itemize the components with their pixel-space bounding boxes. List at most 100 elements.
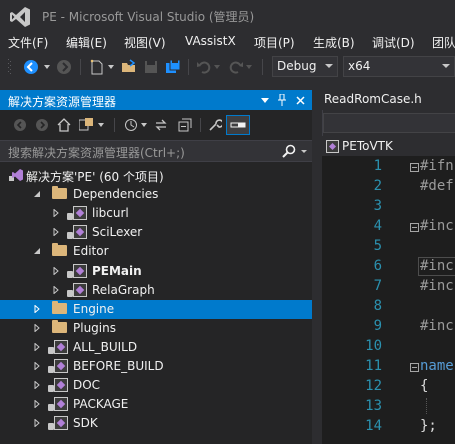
collapsed-chevron-icon[interactable] bbox=[33, 400, 41, 409]
forward-icon[interactable] bbox=[34, 117, 50, 133]
tree-item-project[interactable]: SDK bbox=[0, 414, 312, 433]
tree-item-folder[interactable]: Engine bbox=[0, 299, 312, 319]
collapsed-chevron-icon[interactable] bbox=[33, 419, 41, 428]
menu-build[interactable]: 生成(B) bbox=[313, 34, 355, 51]
code-line[interactable]: #inc bbox=[420, 218, 454, 234]
tree-item-solution[interactable]: 解决方案'PE' (60 个项目) bbox=[0, 166, 312, 185]
line-number: 8 bbox=[373, 298, 382, 314]
tree-item-project[interactable]: PEMain bbox=[0, 262, 312, 281]
tree-item-label: Plugins bbox=[73, 320, 116, 335]
undo-dropdown-icon[interactable] bbox=[212, 57, 222, 77]
menu-view[interactable]: 视图(V) bbox=[124, 34, 166, 51]
preview-selected-items-icon[interactable] bbox=[226, 115, 250, 135]
menu-debug[interactable]: 调试(D) bbox=[372, 34, 415, 51]
undo-icon[interactable] bbox=[194, 57, 214, 77]
menu-team[interactable]: 团队 bbox=[432, 34, 455, 51]
back-icon[interactable] bbox=[20, 57, 42, 77]
menu-file[interactable]: 文件(F) bbox=[8, 34, 48, 51]
search-icon[interactable] bbox=[282, 144, 296, 158]
panel-menu-icon[interactable] bbox=[258, 92, 272, 108]
search-input[interactable]: 搜索解决方案资源管理器(Ctrl+;) bbox=[8, 144, 185, 161]
redo-dropdown-icon[interactable] bbox=[244, 57, 254, 77]
code-line[interactable]: #inc bbox=[420, 278, 454, 294]
tree-item-label: Engine bbox=[73, 301, 115, 316]
save-all-icon[interactable] bbox=[162, 57, 184, 77]
project-icon bbox=[326, 140, 339, 153]
tree-item-folder[interactable]: Editor bbox=[0, 242, 312, 261]
project-name[interactable]: PEToVTK bbox=[342, 139, 393, 153]
code-line[interactable]: #ifn bbox=[420, 158, 454, 174]
code-line[interactable]: #inc bbox=[420, 318, 454, 334]
search-options-dropdown-icon[interactable] bbox=[301, 150, 307, 153]
pending-changes-filter-icon[interactable] bbox=[122, 117, 140, 133]
collapsed-chevron-icon[interactable] bbox=[52, 285, 60, 294]
switch-views-dropdown-icon[interactable] bbox=[97, 117, 105, 133]
toolbar-separator bbox=[188, 59, 189, 75]
redo-icon[interactable] bbox=[226, 57, 246, 77]
tree-item-label: SciLexer bbox=[92, 225, 143, 240]
tree-item-project[interactable]: PACKAGE bbox=[0, 395, 312, 414]
sync-with-document-icon[interactable] bbox=[152, 117, 170, 133]
forward-icon[interactable] bbox=[54, 57, 74, 77]
navigation-dropdown[interactable] bbox=[323, 113, 455, 133]
collapsed-chevron-icon[interactable] bbox=[33, 342, 41, 351]
tree-item-folder[interactable]: Plugins bbox=[0, 319, 312, 338]
tab-readromcase[interactable]: ReadRomCase.h bbox=[324, 92, 422, 106]
configuration-dropdown[interactable]: Debug bbox=[272, 56, 338, 77]
collapsed-chevron-icon[interactable] bbox=[52, 228, 60, 237]
back-icon[interactable] bbox=[12, 117, 28, 133]
tree-item-label: Dependencies bbox=[73, 187, 159, 202]
line-number: 9 bbox=[373, 318, 382, 334]
open-folder-icon[interactable] bbox=[118, 57, 140, 77]
save-icon[interactable] bbox=[140, 57, 162, 77]
tree-item-project[interactable]: DOC bbox=[0, 376, 312, 395]
configuration-value: Debug bbox=[277, 59, 317, 73]
home-icon[interactable] bbox=[56, 117, 72, 133]
collapsed-chevron-icon[interactable] bbox=[33, 362, 41, 370]
line-number: 7 bbox=[373, 278, 382, 294]
code-line[interactable]: }; bbox=[420, 418, 437, 434]
collapsed-chevron-icon[interactable] bbox=[33, 323, 41, 332]
code-line[interactable]: { bbox=[420, 378, 428, 394]
close-icon[interactable] bbox=[293, 92, 307, 108]
project-box-icon bbox=[54, 359, 68, 373]
project-navigation-bar: PEToVTK bbox=[322, 136, 455, 156]
code-line[interactable]: #def bbox=[420, 178, 454, 194]
collapsed-chevron-icon[interactable] bbox=[33, 304, 41, 313]
tree-item-project[interactable]: SciLexer bbox=[0, 223, 312, 242]
chevron-down-icon bbox=[442, 64, 450, 68]
toolbar-separator bbox=[198, 117, 202, 133]
expanded-chevron-icon[interactable] bbox=[33, 247, 41, 255]
expanded-chevron-icon[interactable] bbox=[33, 190, 41, 198]
code-editor[interactable]: 1 #ifn 2 #def 3 4 #inc 5 6 #inc 7 #inc 8 9 #inc 10 11 nam… bbox=[322, 156, 455, 444]
new-project-dropdown-icon[interactable] bbox=[106, 57, 116, 77]
tree-item-project[interactable]: libcurl bbox=[0, 204, 312, 223]
filter-dropdown-icon[interactable] bbox=[140, 117, 148, 133]
tree-item-project[interactable]: BEFORE_BUILD bbox=[0, 357, 312, 376]
properties-wrench-icon[interactable] bbox=[206, 117, 224, 133]
collapse-region-icon[interactable] bbox=[410, 163, 419, 172]
navigation-bar bbox=[322, 110, 455, 136]
source-control-lock-icon bbox=[48, 366, 54, 373]
collapse-region-icon[interactable] bbox=[410, 223, 419, 232]
code-line[interactable]: name bbox=[420, 358, 454, 374]
platform-dropdown[interactable]: x64 bbox=[343, 56, 455, 77]
project-box-icon bbox=[54, 416, 68, 431]
pin-icon[interactable] bbox=[275, 92, 289, 108]
new-project-icon[interactable] bbox=[86, 57, 108, 77]
tree-item-project[interactable]: ALL_BUILD bbox=[0, 338, 312, 357]
menu-vassistx[interactable]: VAssistX bbox=[185, 34, 236, 48]
menu-edit[interactable]: 编辑(E) bbox=[66, 34, 107, 51]
tree-item-project[interactable]: RelaGraph bbox=[0, 281, 312, 300]
solution-explorer-search[interactable]: 搜索解决方案资源管理器(Ctrl+;) bbox=[0, 140, 312, 162]
back-dropdown-icon[interactable] bbox=[42, 57, 52, 77]
source-control-lock-icon bbox=[67, 232, 73, 240]
switch-views-icon[interactable] bbox=[78, 117, 96, 133]
menu-project[interactable]: 项目(P) bbox=[254, 34, 295, 51]
collapsed-chevron-icon[interactable] bbox=[33, 381, 41, 390]
tree-item-folder[interactable]: Dependencies bbox=[0, 185, 312, 204]
collapse-all-icon[interactable] bbox=[176, 117, 194, 133]
collapsed-chevron-icon[interactable] bbox=[52, 266, 60, 275]
collapsed-chevron-icon[interactable] bbox=[52, 209, 60, 218]
collapse-region-icon[interactable] bbox=[410, 363, 419, 372]
